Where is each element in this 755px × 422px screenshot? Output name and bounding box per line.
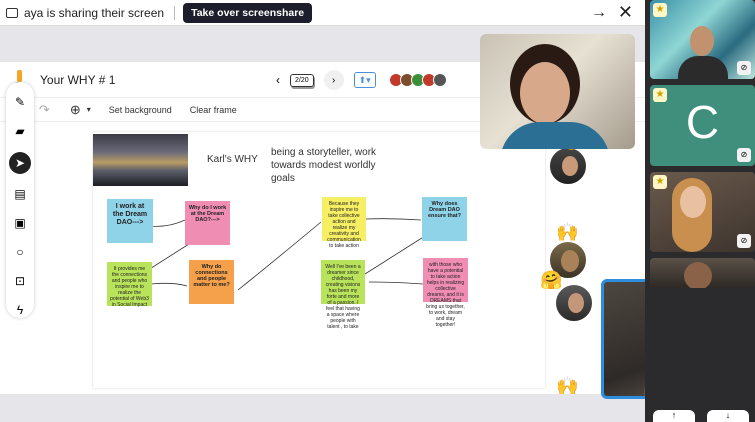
sticky-note-icon[interactable]: ▤: [6, 186, 34, 203]
close-icon[interactable]: ✕: [618, 2, 633, 23]
sticky-note[interactable]: with those who have a potential to take …: [423, 258, 468, 328]
connector-lines: [144, 218, 426, 291]
frame-page-indicator[interactable]: 2/20: [290, 73, 314, 87]
arrow-right-icon[interactable]: →: [591, 4, 607, 22]
zoom-icon[interactable]: ⊕: [70, 102, 81, 118]
participant-video[interactable]: [480, 34, 635, 149]
next-frame-icon[interactable]: ›: [323, 70, 344, 90]
star-icon[interactable]: ★: [653, 3, 667, 17]
participant-bubble[interactable]: [548, 146, 588, 186]
take-over-screenshare-button[interactable]: Take over screenshare: [183, 2, 313, 23]
screen: aya is sharing their screen Take over sc…: [0, 0, 755, 422]
image-icon[interactable]: ▣: [6, 215, 34, 232]
connector: [364, 235, 426, 275]
scroll-up-icon[interactable]: ↑: [653, 410, 695, 422]
sticky-note[interactable]: Well I've been a dreamer since childhood…: [321, 260, 365, 330]
screenshare-bottom-background: [0, 394, 645, 422]
redo-icon[interactable]: ↷: [39, 102, 50, 118]
participant-tile[interactable]: [650, 258, 755, 288]
sticky-note[interactable]: I work at the Dream DAO--->: [107, 199, 153, 243]
connector: [237, 221, 322, 291]
participant-sidebar: ★ ⊘ ★ C ⊘ ★ ⊘ ↑ ↓: [645, 0, 755, 422]
participant-bubble[interactable]: [554, 283, 594, 323]
participant-tile[interactable]: ★ C ⊘: [650, 85, 755, 166]
connector: [368, 281, 424, 285]
sticky-note[interactable]: Because they inspire me to take collecti…: [322, 197, 366, 249]
sticky-note[interactable]: Why do I work at the Dream DAO?--->: [185, 201, 230, 245]
shape-circle-icon[interactable]: ○: [6, 244, 34, 261]
select-cursor-icon[interactable]: ➤: [9, 152, 31, 174]
clear-frame-button[interactable]: Clear frame: [190, 105, 237, 115]
participant-initial: C: [685, 96, 720, 148]
sticky-note[interactable]: Why does Dream DAO ensure that?: [422, 197, 467, 241]
set-background-button[interactable]: Set background: [109, 105, 172, 115]
board-frame[interactable]: Karl's WHY being a storyteller, work tow…: [93, 132, 545, 388]
sticky-note[interactable]: Why do connections and people matter to …: [189, 260, 234, 304]
eraser-icon[interactable]: ▰: [6, 123, 34, 140]
previous-frame-icon[interactable]: ‹: [276, 73, 280, 87]
board-title: Your WHY # 1: [40, 72, 116, 87]
connector: [150, 282, 188, 287]
participant-tile[interactable]: ★ ⊘: [650, 0, 755, 79]
sticky-note[interactable]: It provides me the connections and peopl…: [107, 262, 152, 308]
mic-muted-icon: ⊘: [737, 148, 751, 162]
star-icon[interactable]: ★: [653, 175, 667, 189]
connector: [147, 219, 186, 227]
screenshare-bar: aya is sharing their screen Take over sc…: [0, 0, 645, 26]
tool-rail: ✎ ▰ ➤ ▤ ▣ ○ ⊡ ϟ: [6, 82, 34, 318]
frame-navigation: ‹ 2/20 › ⬆▾: [276, 70, 447, 90]
connector: [364, 218, 422, 221]
pen-icon[interactable]: ✎: [6, 94, 34, 111]
scroll-down-icon[interactable]: ↓: [707, 410, 749, 422]
mic-muted-icon: ⊘: [737, 234, 751, 248]
avatar[interactable]: [432, 73, 447, 87]
collaborator-avatars[interactable]: [388, 73, 447, 87]
mic-muted-icon: ⊘: [737, 61, 751, 75]
lightning-icon[interactable]: ϟ: [6, 302, 34, 319]
text-icon[interactable]: ⊡: [6, 273, 34, 290]
monitor-icon: [6, 7, 18, 18]
present-icon[interactable]: ⬆▾: [353, 72, 376, 88]
divider: [174, 5, 176, 20]
chevron-down-icon[interactable]: ▾: [87, 105, 91, 114]
sharing-message: aya is sharing their screen: [24, 5, 165, 20]
participant-tile[interactable]: ★ ⊘: [650, 172, 755, 252]
raised-hands-reaction-icon: 🙌: [556, 222, 579, 242]
